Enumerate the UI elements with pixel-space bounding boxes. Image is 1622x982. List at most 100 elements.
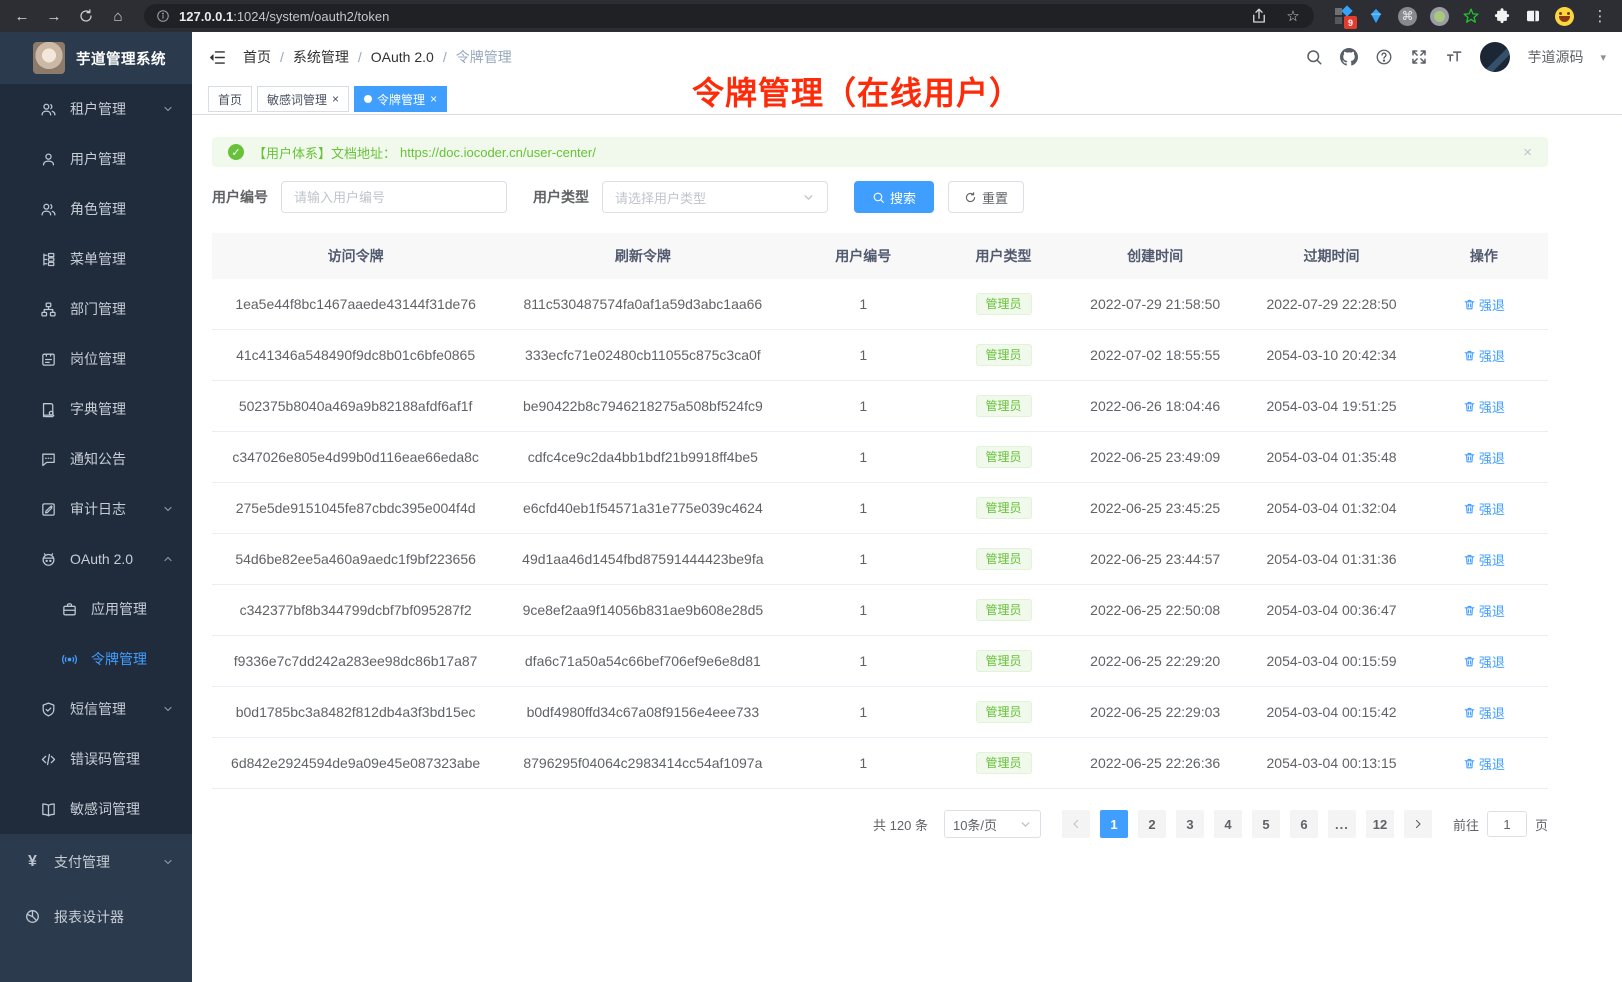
breadcrumb-item[interactable]: OAuth 2.0 <box>371 49 434 65</box>
sidebar-item-租户管理[interactable]: 租户管理 <box>0 84 192 134</box>
sidebar-item-字典管理[interactable]: 字典管理 <box>0 384 192 434</box>
page-button-2[interactable]: 2 <box>1138 810 1166 838</box>
cell-refresh-token: cdfc4ce9c2da4bb1bdf21b9918ff4be5 <box>499 432 786 483</box>
trash-icon <box>1463 655 1476 668</box>
gem-extension-icon[interactable] <box>1367 7 1385 25</box>
browser-reload-icon[interactable] <box>74 4 98 28</box>
user-id-input[interactable] <box>281 181 507 213</box>
trash-icon <box>1463 298 1476 311</box>
sidebar-item-OAuth 2.0[interactable]: OAuth 2.0 <box>0 534 192 584</box>
url-text[interactable]: 127.0.0.1:1024/system/oauth2/token <box>179 9 389 24</box>
search-icon[interactable] <box>1305 48 1323 66</box>
sidebar-item-应用管理[interactable]: 应用管理 <box>0 584 192 634</box>
sidebar-item-部门管理[interactable]: 部门管理 <box>0 284 192 334</box>
github-icon[interactable] <box>1340 48 1358 66</box>
sidebar-item-岗位管理[interactable]: 岗位管理 <box>0 334 192 384</box>
user-type-select[interactable]: 请选择用户类型 <box>602 181 828 213</box>
sidebar-item-短信管理[interactable]: 短信管理 <box>0 684 192 734</box>
force-logout-button[interactable]: 强退 <box>1463 652 1505 671</box>
extension-grid-icon[interactable]: 9 <box>1334 6 1354 26</box>
page-size-select[interactable]: 10条/页 <box>944 810 1041 838</box>
sidebar-fold-icon[interactable] <box>208 48 227 67</box>
page-button-3[interactable]: 3 <box>1176 810 1204 838</box>
sidebar-item-敏感词管理[interactable]: 敏感词管理 <box>0 784 192 834</box>
tab-令牌管理[interactable]: 令牌管理 × <box>354 86 447 112</box>
org-icon <box>40 301 57 318</box>
sidebar-item-支付管理[interactable]: ¥支付管理 <box>0 834 192 889</box>
chevron-down-icon[interactable]: ▾ <box>1600 51 1606 64</box>
font-size-icon[interactable] <box>1445 48 1463 66</box>
action-label: 强退 <box>1479 754 1505 773</box>
sidebar-item-用户管理[interactable]: 用户管理 <box>0 134 192 184</box>
close-icon[interactable]: × <box>1523 144 1532 161</box>
cell-actions: 强退 <box>1420 330 1548 381</box>
close-icon[interactable]: × <box>430 93 437 105</box>
force-logout-button[interactable]: 强退 <box>1463 295 1505 314</box>
sidebar-item-通知公告[interactable]: 通知公告 <box>0 434 192 484</box>
page-button-5[interactable]: 5 <box>1252 810 1280 838</box>
fullscreen-icon[interactable] <box>1410 48 1428 66</box>
page-button-6[interactable]: 6 <box>1290 810 1318 838</box>
search-button[interactable]: 搜索 <box>854 181 934 213</box>
browser-back-icon[interactable]: ← <box>10 4 34 28</box>
emoji-extension-icon[interactable] <box>1555 7 1574 26</box>
force-logout-button[interactable]: 强退 <box>1463 448 1505 467</box>
force-logout-button[interactable]: 强退 <box>1463 601 1505 620</box>
close-icon[interactable]: × <box>332 93 339 105</box>
sidebar-item-label: 用户管理 <box>70 149 126 169</box>
tab-敏感词管理[interactable]: 敏感词管理× <box>257 86 349 112</box>
browser-forward-icon[interactable]: → <box>42 4 66 28</box>
force-logout-button[interactable]: 强退 <box>1463 499 1505 518</box>
sidebar-item-菜单管理[interactable]: 菜单管理 <box>0 234 192 284</box>
action-label: 强退 <box>1479 397 1505 416</box>
column-header: 刷新令牌 <box>499 233 786 279</box>
side-panel-icon[interactable] <box>1524 7 1542 25</box>
page-info-icon[interactable] <box>156 9 170 23</box>
cell-user-type: 管理员 <box>940 279 1067 330</box>
goto-page-input[interactable] <box>1487 811 1527 837</box>
force-logout-button[interactable]: 强退 <box>1463 703 1505 722</box>
browser-chrome: ← → ⌂ 127.0.0.1:1024/system/oauth2/token… <box>0 0 1622 32</box>
browser-menu-icon[interactable]: ⋮ <box>1588 4 1612 28</box>
browser-home-icon[interactable]: ⌂ <box>106 4 130 28</box>
page-button-4[interactable]: 4 <box>1214 810 1242 838</box>
address-bar[interactable]: 127.0.0.1:1024/system/oauth2/token ☆ <box>144 4 1314 28</box>
sidebar-item-角色管理[interactable]: 角色管理 <box>0 184 192 234</box>
users-icon <box>40 101 57 118</box>
force-logout-button[interactable]: 强退 <box>1463 346 1505 365</box>
command-extension-icon[interactable]: ⌘ <box>1398 7 1417 26</box>
user-name[interactable]: 芋道源码 <box>1527 47 1583 67</box>
force-logout-button[interactable]: 强退 <box>1463 550 1505 569</box>
help-icon[interactable] <box>1375 48 1393 66</box>
breadcrumb-item[interactable]: 首页 <box>243 47 271 67</box>
cell-expires-at: 2054-03-04 01:31:36 <box>1243 534 1419 585</box>
action-label: 强退 <box>1479 601 1505 620</box>
sidebar-item-报表设计器[interactable]: 报表设计器 <box>0 889 192 944</box>
sidebar-item-错误码管理[interactable]: 错误码管理 <box>0 734 192 784</box>
cell-user-type: 管理员 <box>940 381 1067 432</box>
green-star-extension-icon[interactable] <box>1462 7 1480 25</box>
next-page-button[interactable] <box>1404 810 1432 838</box>
recorder-extension-icon[interactable] <box>1430 7 1449 26</box>
prev-page-button[interactable] <box>1062 810 1090 838</box>
reset-button[interactable]: 重置 <box>948 181 1024 213</box>
sidebar-item-审计日志[interactable]: 审计日志 <box>0 484 192 534</box>
tab-label: 令牌管理 <box>377 91 425 108</box>
sidebar-item-令牌管理[interactable]: 令牌管理 <box>0 634 192 684</box>
bookmark-star-icon[interactable]: ☆ <box>1284 7 1302 25</box>
sidebar-item-label: 支付管理 <box>54 852 110 872</box>
page-button-12[interactable]: 12 <box>1366 810 1394 838</box>
avatar[interactable] <box>1480 42 1510 72</box>
cell-refresh-token: 8796295f04064c2983414cc54af1097a <box>499 738 786 789</box>
app-logo[interactable]: 芋道管理系统 <box>0 32 192 84</box>
puzzle-extensions-icon[interactable] <box>1493 7 1511 25</box>
share-icon[interactable] <box>1250 7 1268 25</box>
force-logout-button[interactable]: 强退 <box>1463 397 1505 416</box>
doc-link[interactable]: https://doc.iocoder.cn/user-center/ <box>400 145 596 160</box>
goto-label: 前往 <box>1453 815 1479 834</box>
user-type-badge: 管理员 <box>976 650 1032 672</box>
page-button-1[interactable]: 1 <box>1100 810 1128 838</box>
force-logout-button[interactable]: 强退 <box>1463 754 1505 773</box>
breadcrumb-item[interactable]: 系统管理 <box>293 47 349 67</box>
tab-首页[interactable]: 首页 <box>208 86 252 112</box>
